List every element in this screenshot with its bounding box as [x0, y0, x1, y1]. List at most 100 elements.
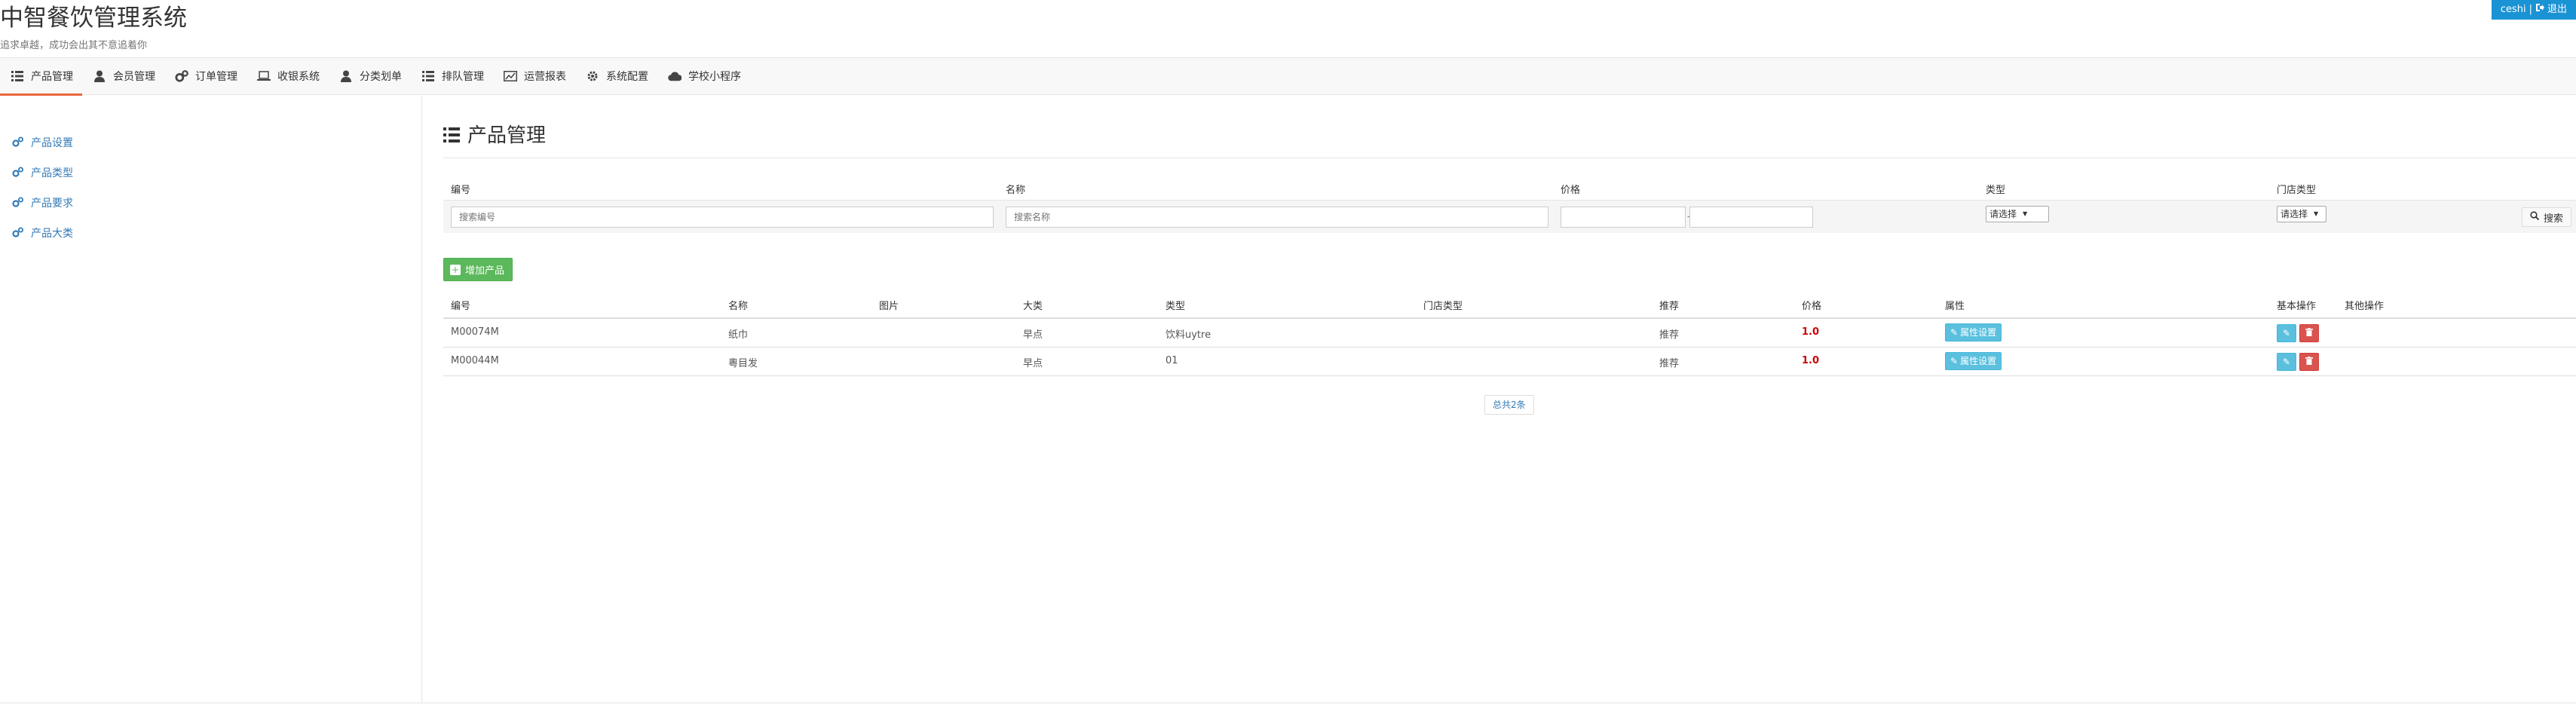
column-header: 门店类型 — [1423, 301, 1463, 312]
nav-item-cashier[interactable]: 收银系统 — [247, 57, 329, 95]
attribute-settings-label: 属性设置 — [1960, 327, 1997, 338]
name-search-input[interactable] — [1006, 207, 1548, 228]
main-navbar: 产品管理 会员管理 订单管理 收银系统 分类划单 排队管理 运营报表 系统配置 … — [0, 57, 2576, 96]
list-icon — [443, 127, 460, 144]
cogs-icon — [12, 197, 24, 209]
search-icon — [2530, 211, 2540, 223]
nav-item-orders[interactable]: 订单管理 — [164, 57, 247, 95]
delete-button[interactable] — [2299, 324, 2319, 342]
filter-label-name: 名称 — [1006, 185, 1026, 196]
page-title: 产品管理 — [443, 123, 546, 149]
sidebar-item-product-requirements[interactable]: 产品要求 — [12, 195, 73, 210]
type-select-value: 请选择 — [1989, 209, 2017, 219]
cell-name: 粵目发 — [728, 358, 758, 369]
user-icon — [93, 69, 106, 83]
column-header: 大类 — [1023, 301, 1043, 312]
column-header: 价格 — [1802, 301, 1822, 312]
cogs-icon — [12, 227, 24, 239]
nav-label: 会员管理 — [113, 71, 155, 83]
store-type-select-value: 请选择 — [2280, 209, 2308, 219]
column-header: 名称 — [728, 301, 749, 312]
price-max-input[interactable] — [1689, 207, 1813, 228]
pagination-total[interactable]: 总共2条 — [1484, 395, 1534, 415]
nav-item-reports[interactable]: 运营报表 — [493, 57, 575, 95]
column-header: 推荐 — [1659, 301, 1680, 312]
sidebar-item-label[interactable]: 产品设置 — [31, 135, 73, 150]
price-min-input[interactable] — [1561, 207, 1686, 228]
pencil-icon: ✎ — [1950, 327, 1959, 338]
cogs-icon — [175, 69, 188, 83]
edit-button[interactable]: ✎ — [2277, 353, 2296, 371]
logout-link[interactable]: 退出 — [2547, 0, 2567, 20]
filter-label-code: 编号 — [451, 185, 471, 196]
store-type-select[interactable]: 请选择 ▼ — [2277, 206, 2326, 222]
nav-label: 收银系统 — [277, 71, 320, 83]
sidebar-item-product-settings[interactable]: 产品设置 — [12, 135, 73, 150]
add-product-button[interactable]: + 增加产品 — [443, 258, 513, 281]
nav-label: 系统配置 — [606, 71, 648, 83]
nav-item-settings[interactable]: 系统配置 — [575, 57, 657, 95]
dropdown-arrow-icon: ▼ — [2314, 210, 2319, 217]
delete-button[interactable] — [2299, 353, 2319, 371]
column-header: 其他操作 — [2345, 301, 2385, 312]
user-icon — [339, 69, 353, 83]
cell-type: 01 — [1165, 355, 1178, 366]
gear-icon — [586, 69, 599, 83]
cell-code: M00044M — [451, 355, 499, 366]
logout-icon[interactable] — [2535, 0, 2544, 20]
search-button-label: 搜索 — [2543, 213, 2563, 225]
nav-label: 运营报表 — [524, 71, 566, 83]
cell-category: 早点 — [1023, 358, 1043, 369]
cloud-icon — [668, 69, 682, 83]
attribute-settings-label: 属性设置 — [1960, 356, 1997, 366]
main-content: 产品管理 编号 名称 价格 类型 门店类型 - 请选择 ▼ 请选择 ▼ 搜索 +… — [443, 96, 2576, 703]
filter-row: - 请选择 ▼ 请选择 ▼ 搜索 — [443, 200, 2576, 233]
nav-item-queue[interactable]: 排队管理 — [411, 57, 493, 95]
cell-price: 1.0 — [1802, 326, 1820, 338]
attribute-settings-button[interactable]: ✎ 属性设置 — [1945, 323, 2002, 342]
code-search-input[interactable] — [451, 207, 994, 228]
username[interactable]: ceshi — [2501, 0, 2526, 20]
filter-label-type: 类型 — [1986, 185, 2006, 196]
edit-button[interactable]: ✎ — [2277, 324, 2296, 342]
sidebar-item-label[interactable]: 产品大类 — [31, 225, 73, 240]
column-header: 基本操作 — [2277, 301, 2317, 312]
column-header: 属性 — [1945, 301, 1965, 312]
laptop-icon — [257, 69, 271, 83]
nav-item-category-split[interactable]: 分类划单 — [329, 57, 411, 95]
table-row: M00044M 粵目发 早点 01 推荐 1.0 ✎ 属性设置 ✎ — [443, 348, 2576, 376]
cell-type: 饮料uytre — [1165, 329, 1211, 341]
table-header: 编号 名称 图片 大类 类型 门店类型 推荐 价格 属性 基本操作 其他操作 — [443, 290, 2576, 319]
column-header: 图片 — [879, 301, 899, 312]
nav-label: 排队管理 — [442, 71, 484, 83]
pencil-icon: ✎ — [1950, 356, 1959, 366]
cell-recommend: 推荐 — [1659, 329, 1680, 341]
nav-item-members[interactable]: 会员管理 — [82, 57, 164, 95]
app-title: 中智餐饮管理系统 — [0, 5, 187, 32]
list-icon — [11, 69, 24, 83]
nav-label: 订单管理 — [195, 71, 237, 83]
search-button[interactable]: 搜索 — [2521, 207, 2571, 227]
column-header: 类型 — [1165, 301, 1186, 312]
type-select[interactable]: 请选择 ▼ — [1986, 206, 2049, 222]
nav-label: 产品管理 — [31, 71, 73, 83]
sidebar-item-product-categories[interactable]: 产品大类 — [12, 225, 73, 240]
user-separator: | — [2529, 4, 2532, 15]
user-badge[interactable]: ceshi | 退出 — [2491, 0, 2576, 20]
nav-item-mini-program[interactable]: 学校小程序 — [657, 57, 750, 95]
cogs-icon — [12, 167, 24, 179]
sidebar-item-label[interactable]: 产品类型 — [31, 165, 73, 180]
nav-label: 分类划单 — [360, 71, 402, 83]
cell-recommend: 推荐 — [1659, 358, 1680, 369]
dropdown-arrow-icon: ▼ — [2023, 210, 2028, 217]
app-slogan: 追求卓越，成功会出其不意追着你 — [0, 40, 148, 51]
filter-label-price: 价格 — [1561, 185, 1581, 196]
cell-category: 早点 — [1023, 329, 1043, 341]
pencil-icon: ✎ — [2282, 328, 2291, 338]
app-header: 中智餐饮管理系统 追求卓越，成功会出其不意追着你 ceshi | 退出 — [0, 0, 2576, 57]
sidebar-item-product-types[interactable]: 产品类型 — [12, 165, 73, 180]
cell-name: 纸巾 — [728, 329, 749, 341]
sidebar-item-label[interactable]: 产品要求 — [31, 195, 73, 210]
nav-item-products[interactable]: 产品管理 — [0, 57, 82, 96]
attribute-settings-button[interactable]: ✎ 属性设置 — [1945, 352, 2002, 370]
